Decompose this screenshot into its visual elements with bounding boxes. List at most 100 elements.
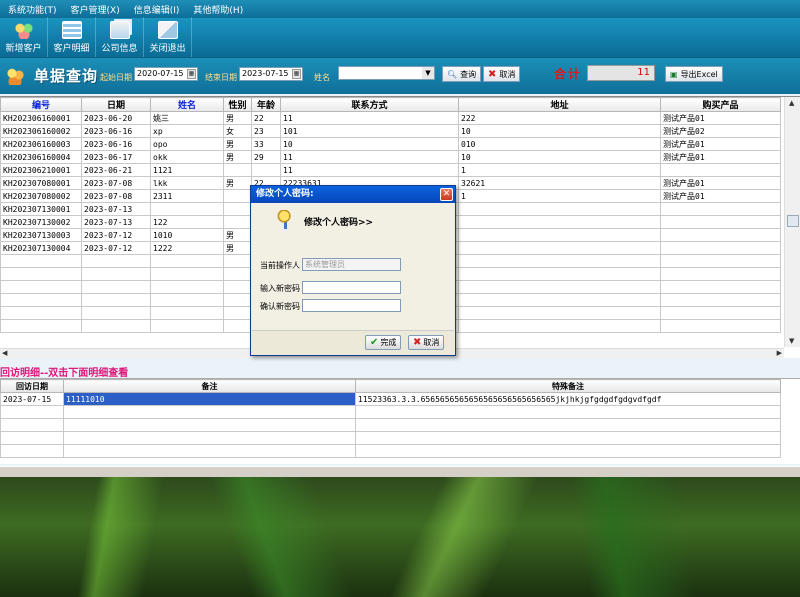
table-cell: 测试产品01 — [660, 150, 781, 164]
calendar-dropdown-icon[interactable]: ▦ — [292, 69, 301, 79]
menu-bar: 系统功能(T) 客户管理(X) 信息编辑(I) 其他帮助(H) — [0, 0, 800, 18]
table-cell: 女 — [223, 124, 252, 138]
new-customer-button[interactable]: 新增客户 — [0, 17, 48, 57]
close-exit-button[interactable]: 关闭退出 — [144, 17, 192, 57]
table-cell — [660, 228, 781, 242]
table-cell — [223, 215, 252, 229]
detail-column-header[interactable]: 回访日期 — [0, 379, 64, 393]
table-cell: 2023-06-16 — [81, 137, 151, 151]
search-button[interactable]: 🔍︎ 查询 — [442, 66, 482, 82]
empty-row — [0, 444, 781, 458]
table-cell: 测试产品02 — [660, 124, 781, 138]
end-date-value: 2023-07-15 — [242, 69, 289, 78]
table-row[interactable]: KH202306160003 2023-06-16 opo 男 33 10 010 测试产品0… — [0, 137, 781, 151]
table-cell: 测试产品01 — [660, 176, 781, 190]
table-cell: KH202307130004 — [0, 241, 82, 255]
dialog-footer: ✔ 完成 ✖ 取消 — [252, 330, 454, 355]
table-cell: 010 — [458, 137, 661, 151]
export-excel-button[interactable]: ▣ 导出Excel — [665, 66, 723, 82]
scroll-right-icon[interactable]: ▶ — [777, 349, 782, 357]
table-cell: 10 — [458, 150, 661, 164]
table-cell: 男 — [223, 228, 252, 242]
desktop-wallpaper — [0, 477, 800, 597]
table-row[interactable]: KH202306160002 2023-06-16 xp 女 23 101 10 测试产品02 — [0, 124, 781, 138]
table-cell: KH202307130003 — [0, 228, 82, 242]
menu-customer[interactable]: 客户管理(X) — [65, 3, 128, 16]
page-title: 单据查询 — [34, 67, 99, 85]
column-header[interactable]: 年龄 — [251, 97, 281, 112]
table-cell: KH202307080002 — [0, 189, 82, 203]
table-cell: 测试产品01 — [660, 111, 781, 125]
dialog-cancel-button[interactable]: ✖ 取消 — [408, 335, 445, 350]
column-header[interactable]: 姓名 — [150, 97, 224, 112]
table-cell — [660, 163, 781, 177]
people-add-icon — [13, 21, 34, 39]
start-date-field[interactable]: 2020-07-15 ▦ — [134, 67, 198, 81]
close-icon: ✖ — [488, 68, 497, 80]
detail-column-header[interactable]: 特殊备注 — [355, 379, 781, 393]
table-cell: 11 — [280, 111, 459, 125]
table-row[interactable]: KH202306210001 2023-06-21 1121 11 1 — [0, 163, 781, 177]
end-date-field[interactable]: 2023-07-15 ▦ — [239, 67, 303, 81]
company-info-label: 公司信息 — [101, 44, 138, 54]
column-header[interactable]: 购买产品 — [660, 97, 781, 112]
cancel-button[interactable]: ✖ 取消 — [483, 66, 521, 82]
table-cell — [458, 202, 661, 216]
column-header[interactable]: 编号 — [0, 97, 82, 112]
scroll-left-icon[interactable]: ◀ — [2, 349, 7, 357]
table-cell: 101 — [280, 124, 459, 138]
table-cell — [223, 163, 252, 177]
chevron-down-icon[interactable]: ▼ — [422, 67, 434, 79]
menu-help[interactable]: 其他帮助(H) — [187, 3, 251, 16]
table-cell: 2311 — [150, 189, 224, 203]
table-row[interactable]: KH202306160004 2023-06-17 okk 男 29 11 10 测试产品01 — [0, 150, 781, 164]
menu-system[interactable]: 系统功能(T) — [0, 3, 65, 16]
ok-button[interactable]: ✔ 完成 — [365, 335, 402, 350]
detail-row[interactable]: 2023-07-15 11111010 11523363.3.3.656565656… — [0, 392, 781, 406]
detail-cell[interactable]: 11111010 — [63, 392, 356, 406]
exit-icon — [157, 21, 178, 39]
start-date-label: 起始日期 — [100, 73, 132, 82]
column-header[interactable]: 联系方式 — [280, 97, 459, 112]
table-cell — [251, 163, 281, 177]
table-cell: KH202306210001 — [0, 163, 82, 177]
confirm-password-field[interactable] — [302, 299, 401, 312]
calendar-dropdown-icon[interactable]: ▦ — [187, 69, 196, 79]
dialog-title-bar[interactable]: 修改个人密码: ✕ — [251, 186, 455, 203]
column-header[interactable]: 地址 — [458, 97, 661, 112]
column-header[interactable]: 性别 — [223, 97, 252, 112]
confirm-password-label: 确认新密码 — [260, 302, 300, 311]
table-cell: KH202306160003 — [0, 137, 82, 151]
empty-row — [0, 418, 781, 432]
column-header[interactable]: 日期 — [81, 97, 151, 112]
table-cell: 测试产品01 — [660, 189, 781, 203]
detail-column-header[interactable]: 备注 — [63, 379, 356, 393]
vertical-scrollbar[interactable]: ▲ ▼ — [784, 97, 800, 347]
company-info-button[interactable]: 公司信息 — [96, 17, 144, 57]
dialog-title: 修改个人密码: — [256, 189, 314, 199]
table-cell: 222 — [458, 111, 661, 125]
key-icon — [276, 210, 294, 230]
table-cell: 1 — [458, 189, 661, 203]
customer-detail-button[interactable]: 客户明细 — [48, 17, 96, 57]
start-date-value: 2020-07-15 — [137, 69, 184, 78]
end-date-label: 结束日期 — [205, 73, 237, 82]
scroll-down-icon[interactable]: ▼ — [789, 337, 794, 345]
empty-row — [0, 405, 781, 419]
name-select[interactable]: ▼ — [338, 66, 435, 80]
table-cell: 男 — [223, 176, 252, 190]
scroll-up-icon[interactable]: ▲ — [789, 99, 794, 107]
operator-field: 系统管理员 — [302, 258, 401, 271]
check-icon: ✔ — [370, 337, 379, 348]
visit-detail-grid[interactable]: 回访日期 备注 特殊备注 2023-07-15 11111010 11523363.3.… — [0, 378, 800, 464]
menu-edit[interactable]: 信息编辑(I) — [128, 3, 188, 16]
table-cell — [660, 215, 781, 229]
new-password-field[interactable] — [302, 281, 401, 294]
close-icon: ✖ — [413, 337, 422, 348]
scroll-thumb[interactable] — [787, 215, 799, 227]
dialog-heading: 修改个人密码>> — [304, 218, 374, 228]
close-icon[interactable]: ✕ — [440, 188, 453, 201]
name-label: 姓名 — [314, 73, 330, 82]
table-row[interactable]: KH202306160001 2023-06-20 姚三男 22 11 222 测试产品01 — [0, 111, 781, 125]
table-cell: 男 — [223, 150, 252, 164]
